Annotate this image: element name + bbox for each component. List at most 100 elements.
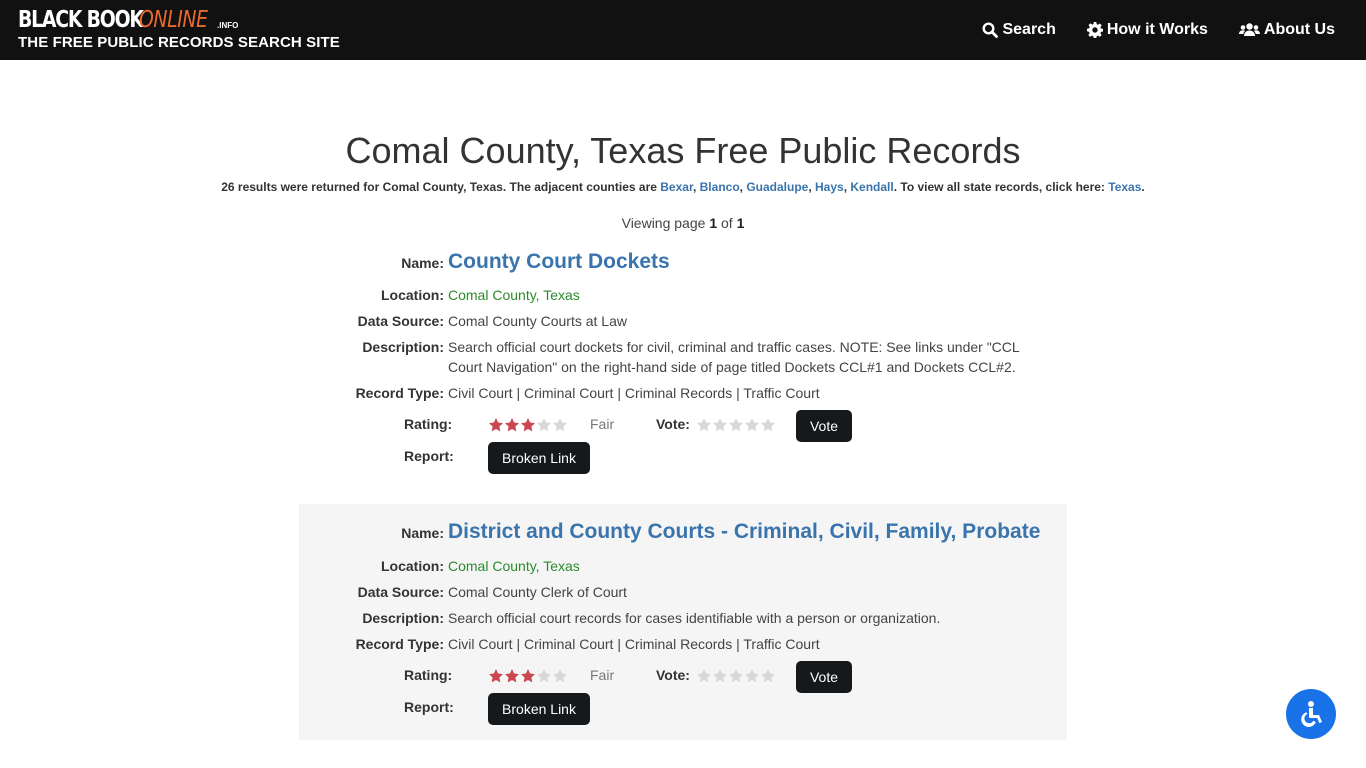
vote-stars[interactable] bbox=[696, 417, 776, 433]
nav-how-it-works[interactable]: How it Works bbox=[1086, 21, 1208, 39]
broken-link-button[interactable]: Broken Link bbox=[488, 693, 590, 725]
vote-star-icon[interactable] bbox=[760, 417, 776, 433]
rating-label: Rating: bbox=[404, 416, 453, 432]
record-name-link[interactable]: County Court Dockets bbox=[448, 251, 670, 272]
summary-mid: . To view all state records, click here: bbox=[893, 180, 1109, 194]
logo-online-text: ONLINE bbox=[139, 7, 208, 33]
vote-stars[interactable] bbox=[696, 668, 776, 684]
logo-info-text: .INFO bbox=[217, 21, 239, 30]
broken-link-button[interactable]: Broken Link bbox=[488, 442, 590, 474]
record-type: Civil Court | Criminal Court | Criminal … bbox=[448, 636, 820, 652]
wheelchair-icon bbox=[1301, 701, 1322, 727]
data-source-label: Data Source: bbox=[357, 584, 444, 600]
logo-tagline: THE FREE PUBLIC RECORDS SEARCH SITE bbox=[18, 34, 340, 51]
nav-about-us-label: About Us bbox=[1263, 21, 1335, 38]
page-title: Comal County, Texas Free Public Records bbox=[345, 130, 1021, 171]
pager-of: of bbox=[717, 215, 737, 231]
nav-about-us[interactable]: About Us bbox=[1238, 21, 1335, 39]
users-icon bbox=[1238, 23, 1260, 36]
gear-icon bbox=[1086, 22, 1103, 38]
main-nav: Search How it Works About Us bbox=[982, 0, 1335, 60]
summary-suffix: . bbox=[1141, 180, 1145, 194]
name-label: Name: bbox=[401, 525, 444, 541]
record-type-label: Record Type: bbox=[355, 385, 444, 401]
record-location-row: Location: Comal County, Texas bbox=[299, 556, 580, 576]
rating-text: Fair bbox=[590, 416, 615, 432]
record-card: Name: County Court Dockets Location: Com… bbox=[299, 250, 1067, 480]
top-navbar: BLACK BOOK ONLINE .INFO THE FREE PUBLIC … bbox=[0, 0, 1366, 60]
vote-star-icon[interactable] bbox=[760, 668, 776, 684]
current-page: 1 bbox=[709, 215, 718, 231]
star-filled-icon bbox=[521, 669, 535, 683]
description-label: Description: bbox=[362, 610, 444, 626]
rating-label: Rating: bbox=[404, 667, 453, 683]
county-link-guadalupe[interactable]: Guadalupe bbox=[746, 180, 808, 194]
record-data-source-row: Data Source: Comal County Clerk of Court bbox=[299, 582, 627, 602]
record-description: Search official court records for cases … bbox=[448, 610, 941, 626]
record-data-source: Comal County Courts at Law bbox=[448, 313, 627, 329]
record-name-link[interactable]: District and County Courts - Criminal, C… bbox=[448, 521, 1040, 542]
nav-search-label: Search bbox=[1002, 21, 1056, 38]
star-empty-icon bbox=[537, 418, 551, 432]
star-filled-icon bbox=[489, 669, 503, 683]
description-label: Description: bbox=[362, 339, 444, 355]
record-data-source-row: Data Source: Comal County Courts at Law bbox=[299, 311, 627, 331]
pager-prefix: Viewing page bbox=[621, 215, 710, 231]
star-filled-icon bbox=[489, 418, 503, 432]
summary-prefix: 26 results were returned for Comal Count… bbox=[221, 180, 661, 194]
vote-star-icon[interactable] bbox=[728, 417, 744, 433]
data-source-label: Data Source: bbox=[357, 313, 444, 329]
record-description: Search official court dockets for civil,… bbox=[448, 339, 1020, 375]
nav-search[interactable]: Search bbox=[982, 21, 1056, 39]
county-link-blanco[interactable]: Blanco bbox=[700, 180, 740, 194]
pagination-info: Viewing page 1 of 1 bbox=[0, 215, 1366, 231]
vote-star-icon[interactable] bbox=[696, 417, 712, 433]
report-label: Report: bbox=[404, 448, 454, 464]
search-icon bbox=[982, 22, 999, 38]
record-location: Comal County, Texas bbox=[448, 287, 580, 303]
star-filled-icon bbox=[505, 669, 519, 683]
record-card: Name: District and County Courts - Crimi… bbox=[299, 504, 1067, 740]
total-pages: 1 bbox=[736, 215, 745, 231]
nav-how-it-works-label: How it Works bbox=[1106, 21, 1208, 38]
state-link-texas[interactable]: Texas bbox=[1108, 180, 1141, 194]
star-filled-icon bbox=[521, 418, 535, 432]
vote-star-icon[interactable] bbox=[712, 668, 728, 684]
vote-star-icon[interactable] bbox=[744, 417, 760, 433]
vote-button[interactable]: Vote bbox=[796, 410, 852, 442]
star-filled-icon bbox=[505, 418, 519, 432]
record-description-row: Description: Search official court docke… bbox=[299, 337, 1023, 377]
vote-label: Vote: bbox=[656, 667, 690, 683]
record-data-source: Comal County Clerk of Court bbox=[448, 584, 627, 600]
county-link-kendall[interactable]: Kendall bbox=[850, 180, 893, 194]
vote-button[interactable]: Vote bbox=[796, 661, 852, 693]
rating-text: Fair bbox=[590, 667, 615, 683]
vote-star-icon[interactable] bbox=[728, 668, 744, 684]
record-location-row: Location: Comal County, Texas bbox=[299, 285, 580, 305]
results-summary: 26 results were returned for Comal Count… bbox=[221, 180, 1145, 194]
location-label: Location: bbox=[381, 287, 444, 303]
record-type-row: Record Type: Civil Court | Criminal Cour… bbox=[299, 634, 820, 654]
record-description-row: Description: Search official court recor… bbox=[299, 608, 1023, 628]
rating-stars bbox=[488, 668, 568, 684]
star-empty-icon bbox=[537, 669, 551, 683]
accessibility-button[interactable] bbox=[1286, 689, 1336, 739]
record-type: Civil Court | Criminal Court | Criminal … bbox=[448, 385, 820, 401]
vote-star-icon[interactable] bbox=[744, 668, 760, 684]
vote-label: Vote: bbox=[656, 416, 690, 432]
star-empty-icon bbox=[553, 669, 567, 683]
record-location: Comal County, Texas bbox=[448, 558, 580, 574]
rating-stars bbox=[488, 417, 568, 433]
vote-star-icon[interactable] bbox=[712, 417, 728, 433]
site-logo[interactable]: BLACK BOOK ONLINE .INFO THE FREE PUBLIC … bbox=[18, 7, 340, 51]
location-label: Location: bbox=[381, 558, 444, 574]
vote-star-icon[interactable] bbox=[696, 668, 712, 684]
record-name-row: Name: County Court Dockets bbox=[299, 251, 670, 272]
record-name-row: Name: District and County Courts - Crimi… bbox=[299, 521, 1040, 542]
county-link-bexar[interactable]: Bexar bbox=[660, 180, 693, 194]
county-link-hays[interactable]: Hays bbox=[815, 180, 844, 194]
name-label: Name: bbox=[401, 255, 444, 271]
record-type-label: Record Type: bbox=[355, 636, 444, 652]
report-label: Report: bbox=[404, 699, 454, 715]
star-empty-icon bbox=[553, 418, 567, 432]
